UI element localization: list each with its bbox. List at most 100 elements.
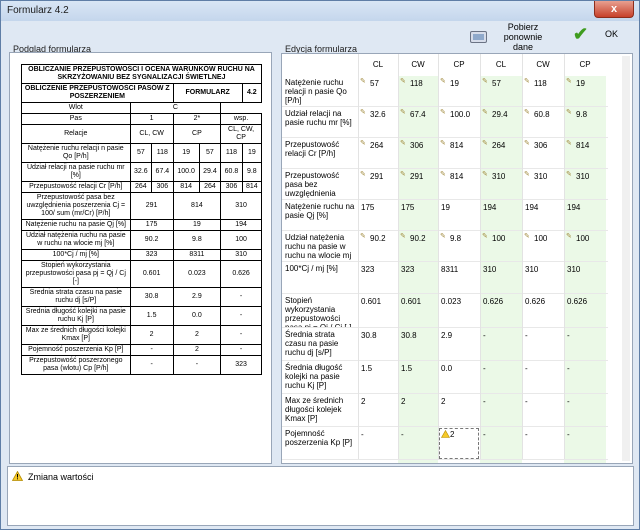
edit-grid-scrollbar[interactable] (622, 56, 630, 461)
grid-cell[interactable]: 8311 (438, 262, 480, 294)
grid-cell[interactable]: ✎ 291 (358, 169, 398, 200)
status-message: Zmiana wartości (28, 472, 94, 482)
grid-cell[interactable]: - (398, 460, 438, 463)
grid-cell[interactable]: 0.0 (438, 361, 480, 394)
close-button[interactable]: x (594, 1, 634, 18)
grid-cell[interactable]: - (522, 427, 564, 460)
grid-cell-value: 90.2 (410, 234, 426, 243)
grid-cell[interactable]: - (480, 328, 522, 361)
grid-cell[interactable]: ✎ 814 (564, 138, 606, 169)
grid-cell[interactable]: ✎ 29.4 (480, 107, 522, 138)
grid-cell[interactable]: - (480, 361, 522, 394)
grid-cell[interactable]: - (522, 394, 564, 427)
grid-cell[interactable]: 310 (564, 262, 606, 294)
grid-row-label: Udział relacji na pasie ruchu mr [%] (285, 109, 352, 127)
grid-cell[interactable]: - (438, 460, 480, 463)
grid-cell[interactable]: 2 (398, 394, 438, 427)
grid-cell[interactable]: ✎ 100.0 (438, 107, 480, 138)
grid-cell[interactable]: ✎ 310 (480, 169, 522, 200)
grid-cell[interactable]: 30.8 (358, 328, 398, 361)
doc-cell: 60.8 (220, 162, 243, 182)
grid-cell[interactable]: 2.9 (438, 328, 480, 361)
grid-cell[interactable]: - (480, 427, 522, 460)
grid-cell[interactable]: 19 (438, 200, 480, 231)
grid-cell[interactable]: ✎ 90.2 (398, 231, 438, 262)
grid-cell[interactable]: 175 (358, 200, 398, 231)
grid-cell[interactable]: 310 (522, 262, 564, 294)
grid-cell-value: 0.626 (483, 297, 504, 306)
doc-cell: 2 (172, 344, 222, 356)
grid-cell[interactable]: ✎ 264 (480, 138, 522, 169)
pencil-icon: ✎ (482, 109, 488, 116)
grid-cell[interactable]: ✎ 118 (522, 76, 564, 107)
grid-cell[interactable]: ✎ 90.2 (358, 231, 398, 262)
grid-cell[interactable]: 194 (480, 200, 522, 231)
grid-cell-editing[interactable]: 2 (438, 427, 480, 460)
grid-cell[interactable]: 0.626 (564, 294, 606, 328)
grid-cell[interactable]: - (564, 328, 606, 361)
grid-cell[interactable]: ✎ 100 (564, 231, 606, 262)
doc-row-label: Max ze średnich długości kolejki Kmax [P… (21, 325, 131, 345)
grid-cell[interactable]: ✎ 32.6 (358, 107, 398, 138)
grid-cell[interactable]: - (480, 394, 522, 427)
grid-cell[interactable]: 323 (564, 460, 606, 463)
grid-cell[interactable]: ✎ 19 (438, 76, 480, 107)
grid-cell[interactable]: ✎ 19 (564, 76, 606, 107)
doc-cell: 30.8 (129, 287, 174, 307)
grid-cell-value: - (567, 364, 570, 373)
grid-cell[interactable]: ✎ 306 (398, 138, 438, 169)
grid-cell[interactable]: 0.626 (480, 294, 522, 328)
grid-cell[interactable]: ✎ 57 (358, 76, 398, 107)
grid-cell[interactable]: ✎ 291 (398, 169, 438, 200)
grid-cell[interactable]: ✎ 814 (438, 138, 480, 169)
grid-cell-value: - (483, 364, 486, 373)
grid-cell[interactable]: ✎ 9.8 (438, 231, 480, 262)
grid-cell[interactable]: 194 (564, 200, 606, 231)
grid-cell[interactable]: ✎ 100 (480, 231, 522, 262)
grid-cell[interactable]: - (358, 460, 398, 463)
grid-cell[interactable]: 0.601 (398, 294, 438, 328)
pencil-icon: ✎ (360, 140, 366, 147)
grid-cell[interactable]: 323 (522, 460, 564, 463)
grid-cell-edit-box[interactable] (439, 428, 479, 459)
grid-cell[interactable]: ✎ 67.4 (398, 107, 438, 138)
ok-button[interactable]: ✔ OK (573, 25, 618, 43)
grid-cell[interactable]: ✎ 100 (522, 231, 564, 262)
grid-cell[interactable]: 175 (398, 200, 438, 231)
grid-cell[interactable]: - (398, 427, 438, 460)
grid-cell[interactable]: ✎ 9.8 (564, 107, 606, 138)
grid-cell[interactable]: ✎ 310 (522, 169, 564, 200)
grid-cell[interactable]: 1.5 (398, 361, 438, 394)
doc-cell: 814 (241, 181, 263, 193)
reload-data-button[interactable]: Pobierz ponownie dane (469, 22, 552, 52)
grid-cell[interactable]: 0.023 (438, 294, 480, 328)
grid-cell[interactable]: ✎ 264 (358, 138, 398, 169)
grid-cell[interactable]: - (522, 328, 564, 361)
grid-cell[interactable]: 1.5 (358, 361, 398, 394)
grid-cell[interactable]: 323 (398, 262, 438, 294)
grid-cell[interactable]: - (358, 427, 398, 460)
grid-cell[interactable]: 323 (358, 262, 398, 294)
grid-cell[interactable]: ✎ 306 (522, 138, 564, 169)
grid-cell[interactable]: 30.8 (398, 328, 438, 361)
grid-cell[interactable]: ✎ 57 (480, 76, 522, 107)
grid-cell[interactable]: 194 (522, 200, 564, 231)
grid-cell[interactable]: - (564, 427, 606, 460)
grid-cell[interactable]: - (564, 361, 606, 394)
grid-cell[interactable]: 323 (480, 460, 522, 463)
grid-cell[interactable]: 0.626 (522, 294, 564, 328)
grid-cell[interactable]: ✎ 118 (398, 76, 438, 107)
grid-cell[interactable]: - (522, 361, 564, 394)
pencil-icon: ✎ (360, 109, 366, 116)
doc-row: Przepustowość relacji Cr [P/h] 264 306 814 2… (21, 181, 263, 193)
grid-cell[interactable]: ✎ 310 (564, 169, 606, 200)
grid-cell[interactable]: ✎ 814 (438, 169, 480, 200)
grid-cell[interactable]: 2 (358, 394, 398, 427)
grid-cell[interactable]: 310 (480, 262, 522, 294)
grid-cell[interactable]: - (564, 394, 606, 427)
grid-cell[interactable]: 2 (438, 394, 480, 427)
grid-cell-value: 32.6 (370, 110, 386, 119)
grid-cell[interactable]: 0.601 (358, 294, 398, 328)
pencil-icon: ✎ (400, 233, 406, 240)
grid-cell[interactable]: ✎ 60.8 (522, 107, 564, 138)
